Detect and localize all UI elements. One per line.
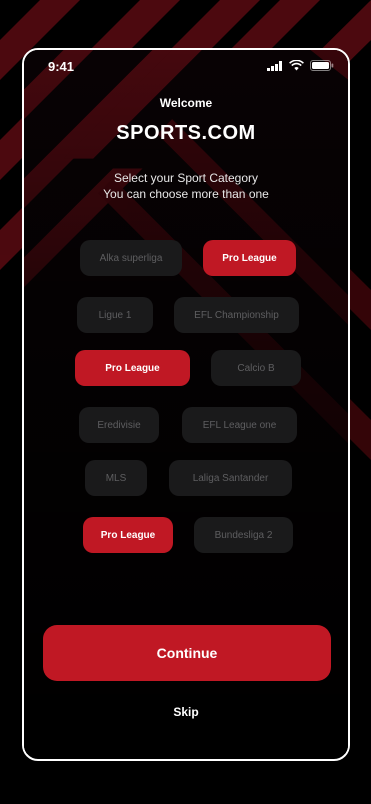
- continue-button[interactable]: Continue: [43, 625, 331, 681]
- subtitle-line-2: You can choose more than one: [103, 187, 269, 201]
- wifi-icon: [289, 60, 304, 71]
- status-icons: [267, 60, 334, 71]
- category-chip-calcio-b[interactable]: Calcio B: [211, 350, 301, 386]
- category-chip-ligue-1[interactable]: Ligue 1: [77, 297, 153, 333]
- category-chip-laliga-santander[interactable]: Laliga Santander: [169, 460, 292, 496]
- category-chip-eredivisie[interactable]: Eredivisie: [79, 407, 159, 443]
- category-chip-efl-league-one[interactable]: EFL League one: [182, 407, 297, 443]
- category-chip-alka-superliga[interactable]: Alka superliga: [80, 240, 182, 276]
- category-chip-pro-league-1[interactable]: Pro League: [203, 240, 296, 276]
- skip-button[interactable]: Skip: [24, 705, 348, 719]
- category-chip-pro-league-2[interactable]: Pro League: [75, 350, 190, 386]
- welcome-text: Welcome: [159, 96, 213, 110]
- category-chip-efl-championship[interactable]: EFL Championship: [174, 297, 299, 333]
- subtitle-line-1: Select your Sport Category: [113, 171, 259, 185]
- category-chip-bundesliga-2[interactable]: Bundesliga 2: [194, 517, 293, 553]
- category-chip-pro-league-3[interactable]: Pro League: [83, 517, 173, 553]
- brand-title: SPORTS.COM: [116, 122, 256, 144]
- phone-frame: 9:41 Welcome SPORTS.COM Select your Spor…: [22, 48, 350, 761]
- battery-icon: [310, 60, 334, 71]
- category-chip-mls[interactable]: MLS: [85, 460, 147, 496]
- status-bar: 9:41: [24, 50, 348, 82]
- subtitle: Select your Sport Category You can choos…: [24, 170, 348, 202]
- status-time: 9:41: [48, 59, 75, 74]
- signal-icon: [267, 60, 282, 71]
